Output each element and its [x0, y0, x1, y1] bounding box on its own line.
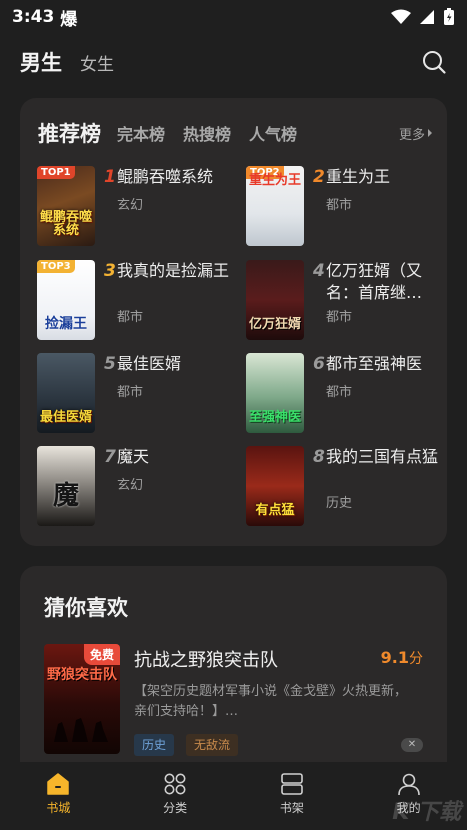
tab-female[interactable]: 女生: [80, 50, 114, 75]
book-cover: 亿万狂婿: [246, 260, 304, 340]
book-category: 都市: [117, 385, 144, 400]
cover-title: 野狼突击队: [47, 667, 117, 683]
book-item[interactable]: 有点猛 8 我的三国有点猛 历史: [246, 446, 446, 528]
tab-popular-rank[interactable]: 人气榜: [249, 121, 297, 145]
book-title: 鲲鹏吞噬系统: [117, 167, 214, 186]
nav-label: 分类: [163, 801, 188, 815]
book-item[interactable]: TOP3 捡漏王 3 我真的是捡漏王 都市: [37, 260, 237, 342]
tag-history[interactable]: 历史: [134, 734, 175, 756]
nav-bookshelf[interactable]: 书架: [252, 772, 332, 816]
rank-number: 1: [104, 167, 116, 187]
search-icon[interactable]: [421, 49, 447, 75]
cover-title: 鲲鹏吞噬系统: [39, 209, 92, 239]
book-title: 我的三国有点猛: [326, 447, 439, 466]
book-cover: TOP1 鲲鹏吞噬系统: [37, 166, 95, 246]
tab-hot-search-rank[interactable]: 热搜榜: [183, 121, 231, 145]
book-category: 都市: [326, 310, 353, 325]
free-badge: 免费: [83, 644, 120, 665]
rank-title[interactable]: 推荐榜: [38, 118, 101, 148]
rank-header: 推荐榜 完本榜 热搜榜 人气榜 更多: [38, 116, 433, 150]
book-category: 都市: [117, 310, 144, 325]
guess-book-title[interactable]: 抗战之野狼突击队: [134, 646, 278, 672]
rank-number: 4: [313, 261, 325, 281]
book-item[interactable]: 亿万狂婿 4 亿万狂婿（又名：首席继… 都市: [246, 260, 446, 342]
book-title: 亿万狂婿（又名：首席继…: [326, 261, 423, 302]
nav-label: 书城: [46, 801, 71, 815]
bookshelf-icon: [281, 773, 303, 795]
watermark: K 下载: [392, 800, 461, 825]
book-category: 玄幻: [117, 198, 144, 213]
book-cover: 至强神医: [246, 353, 304, 433]
guess-book-desc: 【架空历史题材军事小说《金戈壁》火热更新，亲们支持哈！】…: [134, 684, 408, 719]
cover-title: 重生为王: [248, 173, 301, 188]
guess-book-cover[interactable]: 免费 野狼突击队: [44, 644, 120, 754]
book-category: 玄幻: [117, 478, 144, 493]
book-title: 魔天: [117, 447, 150, 466]
book-score: 9.1分: [381, 648, 423, 668]
cover-title: 亿万狂婿: [248, 317, 301, 333]
book-item[interactable]: 最佳医婿 5 最佳医婿 都市: [37, 353, 237, 435]
book-category: 都市: [326, 198, 353, 213]
book-cover: TOP2 重生为王: [246, 166, 304, 246]
book-title: 都市至强神医: [326, 354, 423, 373]
book-item[interactable]: 魔 7 魔天 玄幻: [37, 446, 237, 528]
rank-number: 8: [313, 447, 325, 467]
book-title: 我真的是捡漏王: [117, 261, 230, 280]
cover-title: 有点猛: [255, 503, 295, 519]
book-item[interactable]: TOP1 鲲鹏吞噬系统 1 鲲鹏吞噬系统 玄幻: [37, 166, 237, 248]
tab-finished-rank[interactable]: 完本榜: [117, 121, 165, 145]
nav-label: 书架: [279, 801, 304, 815]
status-time: 3:43: [12, 7, 55, 27]
book-cover: 魔: [37, 446, 95, 526]
tab-male[interactable]: 男生: [20, 47, 62, 77]
tag-invincible[interactable]: 无敌流: [186, 734, 239, 756]
rank-card: 推荐榜 完本榜 热搜榜 人气榜 更多 TOP1 鲲鹏吞噬系统 1 鲲鹏吞噬系统 …: [20, 98, 447, 546]
nav-category[interactable]: 分类: [135, 772, 215, 816]
book-title: 最佳医婿: [117, 354, 182, 373]
caret-right-icon: [428, 129, 432, 137]
more-link[interactable]: 更多: [399, 124, 433, 143]
book-cover: 有点猛: [246, 446, 304, 526]
notification-icon: 爆: [60, 9, 78, 30]
top-badge: TOP1: [37, 166, 75, 179]
status-icons: [391, 8, 455, 26]
wifi-icon: [391, 9, 411, 24]
book-category: 都市: [326, 385, 353, 400]
cover-title: 魔: [52, 480, 79, 511]
score-value: 9.1: [380, 648, 409, 667]
dismiss-icon[interactable]: ✕: [401, 738, 423, 752]
book-title: 重生为王: [326, 167, 391, 186]
soldiers-illustration: [54, 718, 108, 742]
book-item[interactable]: TOP2 重生为王 2 重生为王 都市: [246, 166, 446, 248]
category-grid-icon: [164, 773, 186, 795]
book-item[interactable]: 至强神医 6 都市至强神医 都市: [246, 353, 446, 435]
score-unit: 分: [409, 651, 423, 667]
book-cover: TOP3 捡漏王: [37, 260, 95, 340]
user-icon: [397, 773, 420, 796]
rank-number: 2: [313, 167, 325, 187]
cover-title: 至强神医: [248, 410, 301, 426]
rank-number: 3: [104, 261, 116, 281]
book-category: 历史: [326, 496, 353, 511]
guess-title: 猜你喜欢: [44, 596, 128, 620]
battery-icon: [444, 8, 454, 25]
status-bar: 3:43 爆: [0, 0, 467, 34]
top-nav: 男生 女生: [0, 40, 467, 84]
rank-number: 6: [313, 354, 325, 374]
nav-bookstore[interactable]: 书城: [18, 772, 98, 816]
cover-title: 捡漏王: [45, 316, 87, 333]
rank-number: 7: [104, 447, 116, 467]
home-icon: [47, 773, 70, 795]
signal-icon: [420, 10, 434, 24]
book-cover: 最佳医婿: [37, 353, 95, 433]
rank-number: 5: [104, 354, 116, 374]
cover-title: 最佳医婿: [39, 410, 92, 426]
more-label: 更多: [398, 127, 425, 143]
top-badge: TOP3: [37, 260, 75, 273]
